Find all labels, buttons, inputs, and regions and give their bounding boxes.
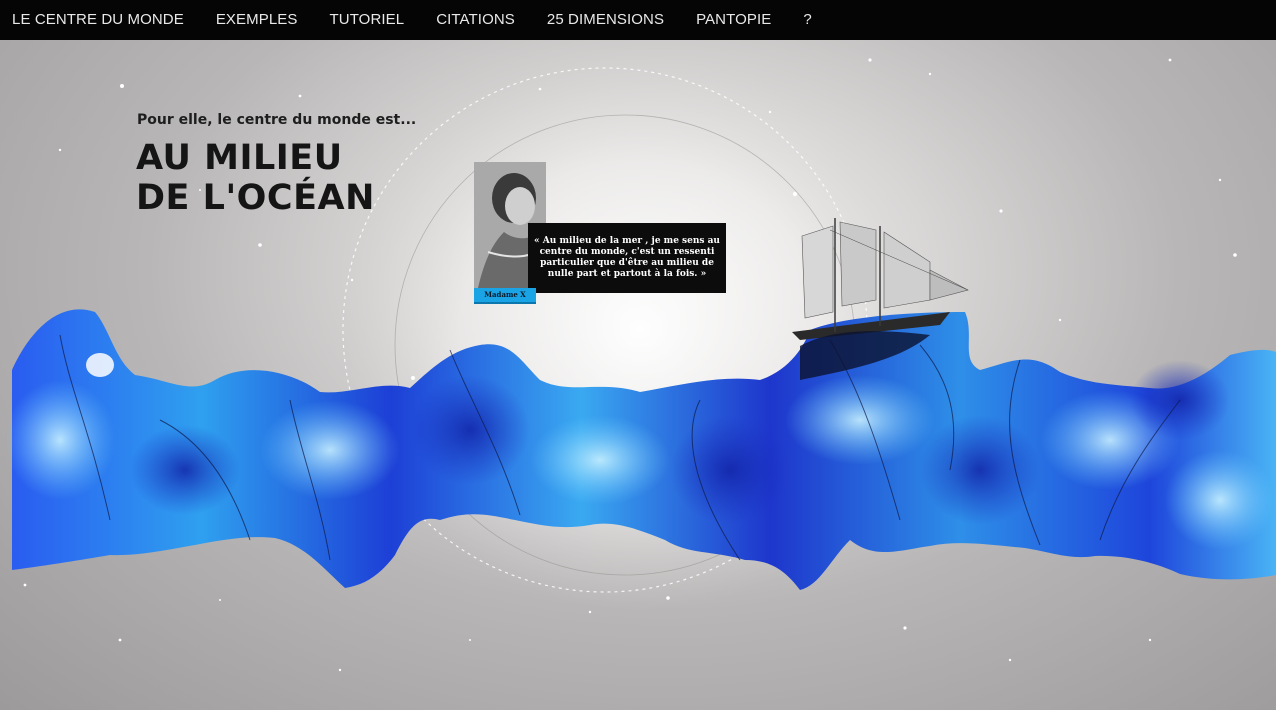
quote-text: « Au milieu de la mer , je me sens au ce… — [534, 236, 720, 279]
quote-author-tag[interactable]: Madame X — [474, 288, 536, 304]
hero-subtitle: Pour elle, le centre du monde est... — [137, 112, 417, 128]
hero-title: AU MILIEU DE L'OCÉAN — [136, 138, 375, 218]
hero-title-line-1: AU MILIEU — [136, 138, 343, 178]
quote-card: « Au milieu de la mer , je me sens au ce… — [528, 223, 726, 293]
hero-title-line-2: DE L'OCÉAN — [136, 178, 375, 218]
